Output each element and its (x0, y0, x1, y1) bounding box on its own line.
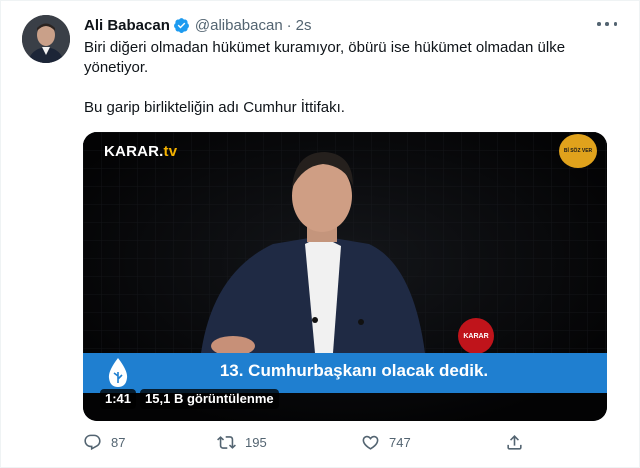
video-overlay: 1:41 15,1 B görüntülenme (100, 389, 279, 409)
like-icon (362, 435, 379, 450)
retweet-icon (217, 436, 236, 449)
video-caption: 13. Cumhurbaşkanı olacak dedik. (219, 361, 489, 380)
timestamp[interactable]: 2s (296, 17, 312, 34)
channel-logo-main: KARAR. (104, 143, 164, 160)
share-button[interactable] (505, 433, 524, 452)
retweet-button[interactable]: 195 (217, 433, 267, 452)
tweet-header: Ali Babacan @alibabacan · 2s (84, 15, 312, 35)
avatar[interactable] (22, 15, 70, 63)
reply-icon (84, 434, 101, 451)
view-count: 15,1 B görüntülenme (140, 389, 279, 409)
channel-logo-tv: tv (163, 143, 178, 160)
video-duration: 1:41 (100, 389, 137, 409)
retweet-count: 195 (245, 435, 267, 450)
separator-dot: · (286, 16, 292, 34)
mic-label: KARAR (463, 333, 488, 340)
tweet-card[interactable]: Ali Babacan @alibabacan · 2s Biri diğeri… (0, 0, 640, 468)
tweet-text: Biri diğeri olmadan hükümet kuramıyor, ö… (84, 38, 614, 118)
more-icon[interactable] (597, 15, 617, 33)
channel-logo: KARAR.tv (104, 143, 177, 160)
tweet-text-line: Biri diğeri olmadan hükümet kuramıyor, ö… (84, 39, 566, 56)
like-count: 747 (389, 435, 411, 450)
author-name[interactable]: Ali Babacan (84, 17, 170, 34)
reply-count: 87 (111, 435, 126, 450)
like-button[interactable]: 747 (361, 433, 411, 452)
video-player[interactable]: KARAR KARAR.tv Bİ SÖZ VER 13. Cumhurbaşk… (83, 132, 607, 421)
caption-bar: 13. Cumhurbaşkanı olacak dedik. (83, 353, 607, 393)
action-bar: 87 195 747 (83, 433, 533, 457)
tweet-text-line: yönetiyor. (84, 59, 149, 76)
tweet-text-line: Bu garip birlikteliğin adı Cumhur İttifa… (84, 99, 345, 116)
author-handle[interactable]: @alibabacan (195, 17, 283, 34)
share-icon (507, 435, 522, 450)
reply-button[interactable]: 87 (83, 433, 125, 452)
verified-badge-icon (173, 17, 190, 34)
program-badge: Bİ SÖZ VER (559, 134, 597, 168)
